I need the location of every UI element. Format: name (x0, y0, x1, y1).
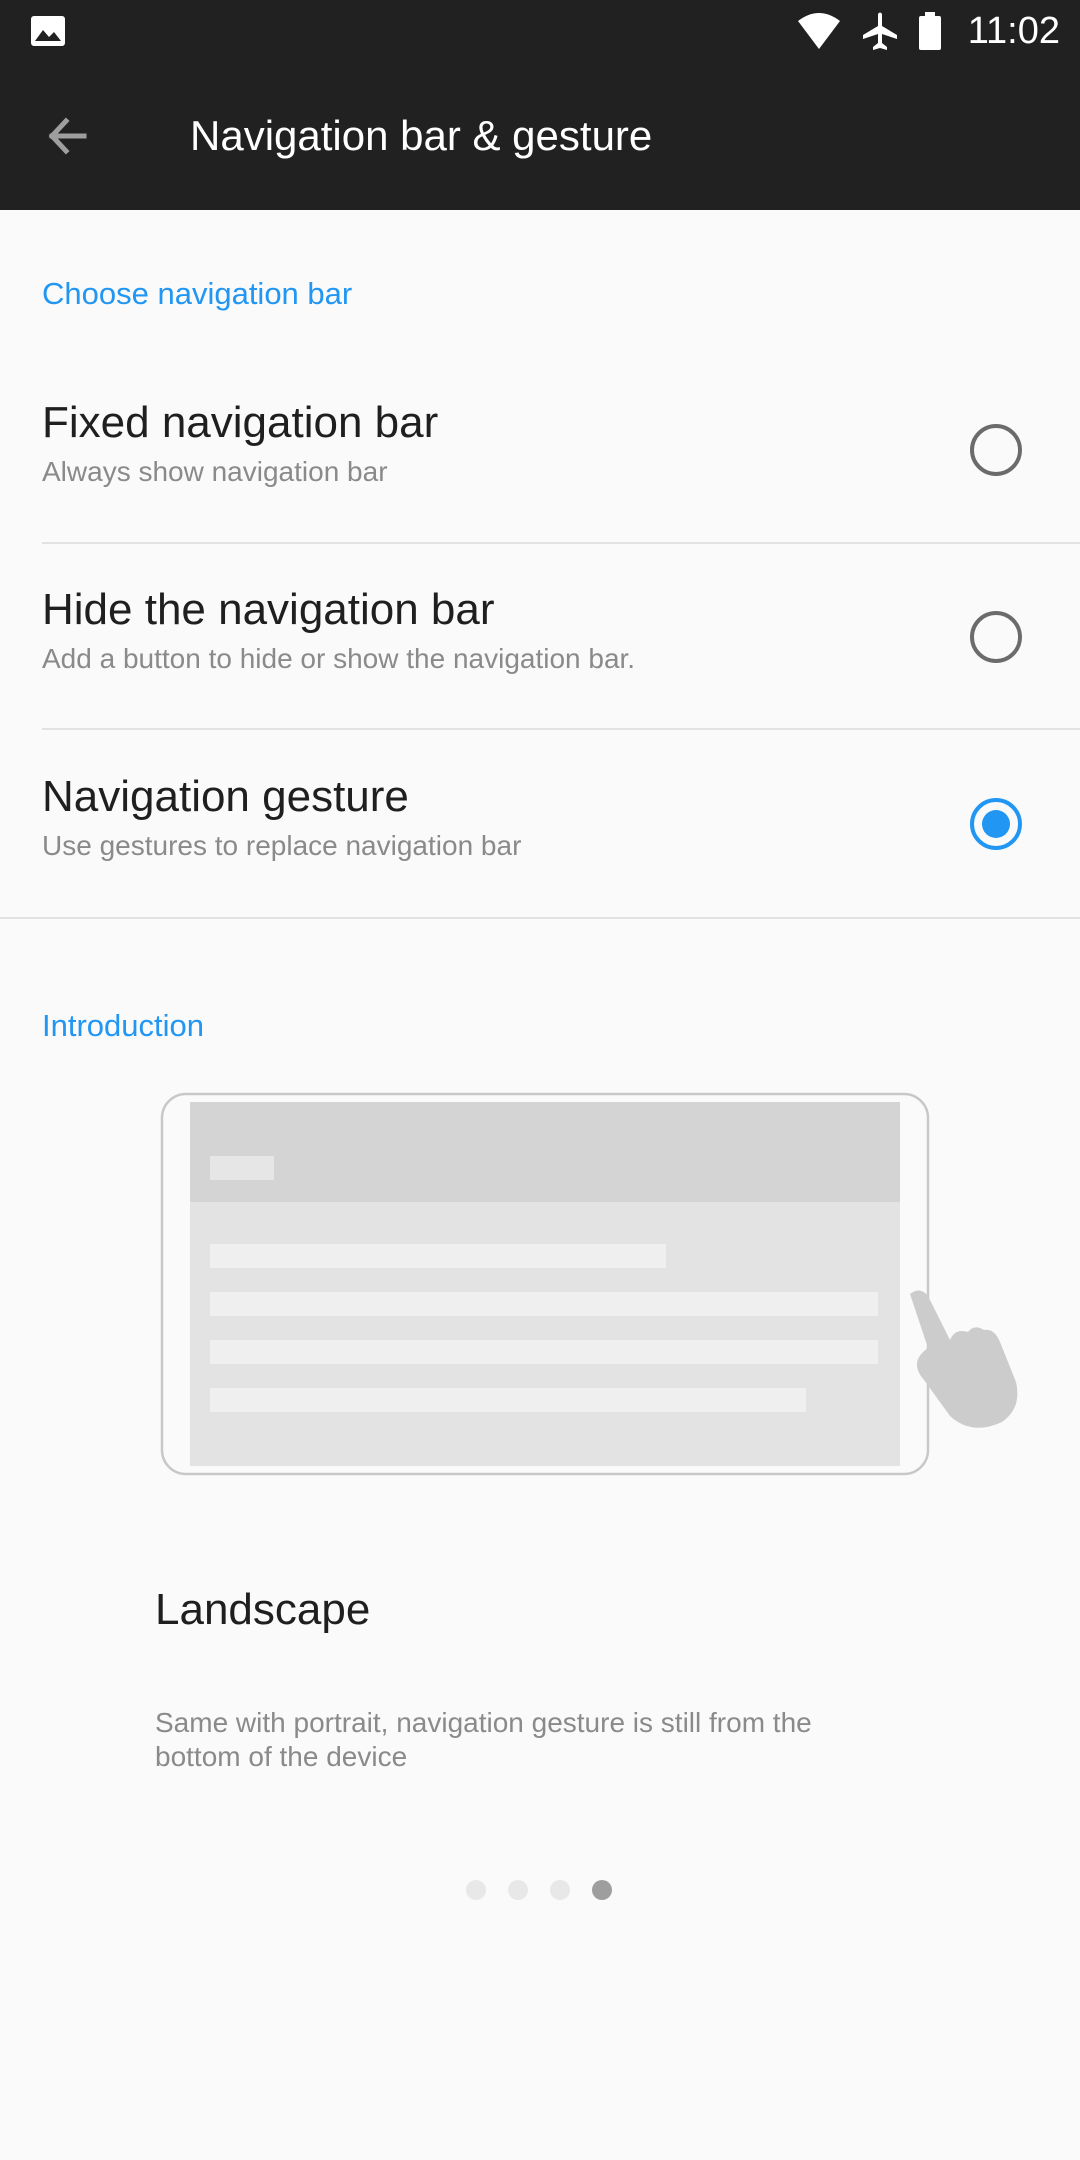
landscape-gesture-illustration (160, 1092, 1018, 1476)
section-divider (0, 917, 1080, 919)
option-subtitle: Always show navigation bar (42, 456, 388, 487)
option-hide-navigation-bar[interactable]: Hide the navigation bar Add a button to … (0, 543, 1080, 729)
option-fixed-navigation-bar[interactable]: Fixed navigation bar Always show navigat… (0, 356, 1080, 542)
radio-button[interactable] (970, 611, 1022, 663)
slide-description: Same with portrait, navigation gesture i… (155, 1707, 812, 1772)
option-navigation-gesture[interactable]: Navigation gesture Use gestures to repla… (0, 730, 1080, 916)
page-dot-2[interactable] (508, 1880, 528, 1900)
radio-button-selected[interactable] (970, 798, 1022, 850)
hand-pointer-icon (910, 1290, 1018, 1428)
option-title: Hide the navigation bar (42, 585, 495, 634)
app-bar: Navigation bar & gesture (0, 62, 1080, 210)
battery-icon (918, 12, 941, 50)
status-bar: 11:02 (0, 0, 1080, 62)
wifi-icon (797, 13, 840, 49)
option-title: Fixed navigation bar (42, 398, 439, 447)
slide-title: Landscape (155, 1585, 371, 1634)
option-title: Navigation gesture (42, 772, 409, 821)
airplane-mode-icon (862, 12, 897, 50)
option-subtitle: Add a button to hide or show the navigat… (42, 643, 636, 674)
page-dot-1[interactable] (466, 1880, 486, 1900)
section-header-choose-navigation-bar: Choose navigation bar (42, 276, 353, 311)
radio-button[interactable] (970, 424, 1022, 476)
option-subtitle: Use gestures to replace navigation bar (42, 830, 522, 861)
page-dot-3[interactable] (550, 1880, 570, 1900)
page-dot-4-active[interactable] (592, 1880, 612, 1900)
gallery-icon (31, 16, 65, 46)
page-title: Navigation bar & gesture (190, 112, 653, 159)
clock: 11:02 (967, 9, 1060, 52)
section-header-introduction: Introduction (42, 1008, 204, 1043)
page-indicator (466, 1880, 612, 1900)
back-arrow-icon[interactable] (40, 108, 96, 164)
